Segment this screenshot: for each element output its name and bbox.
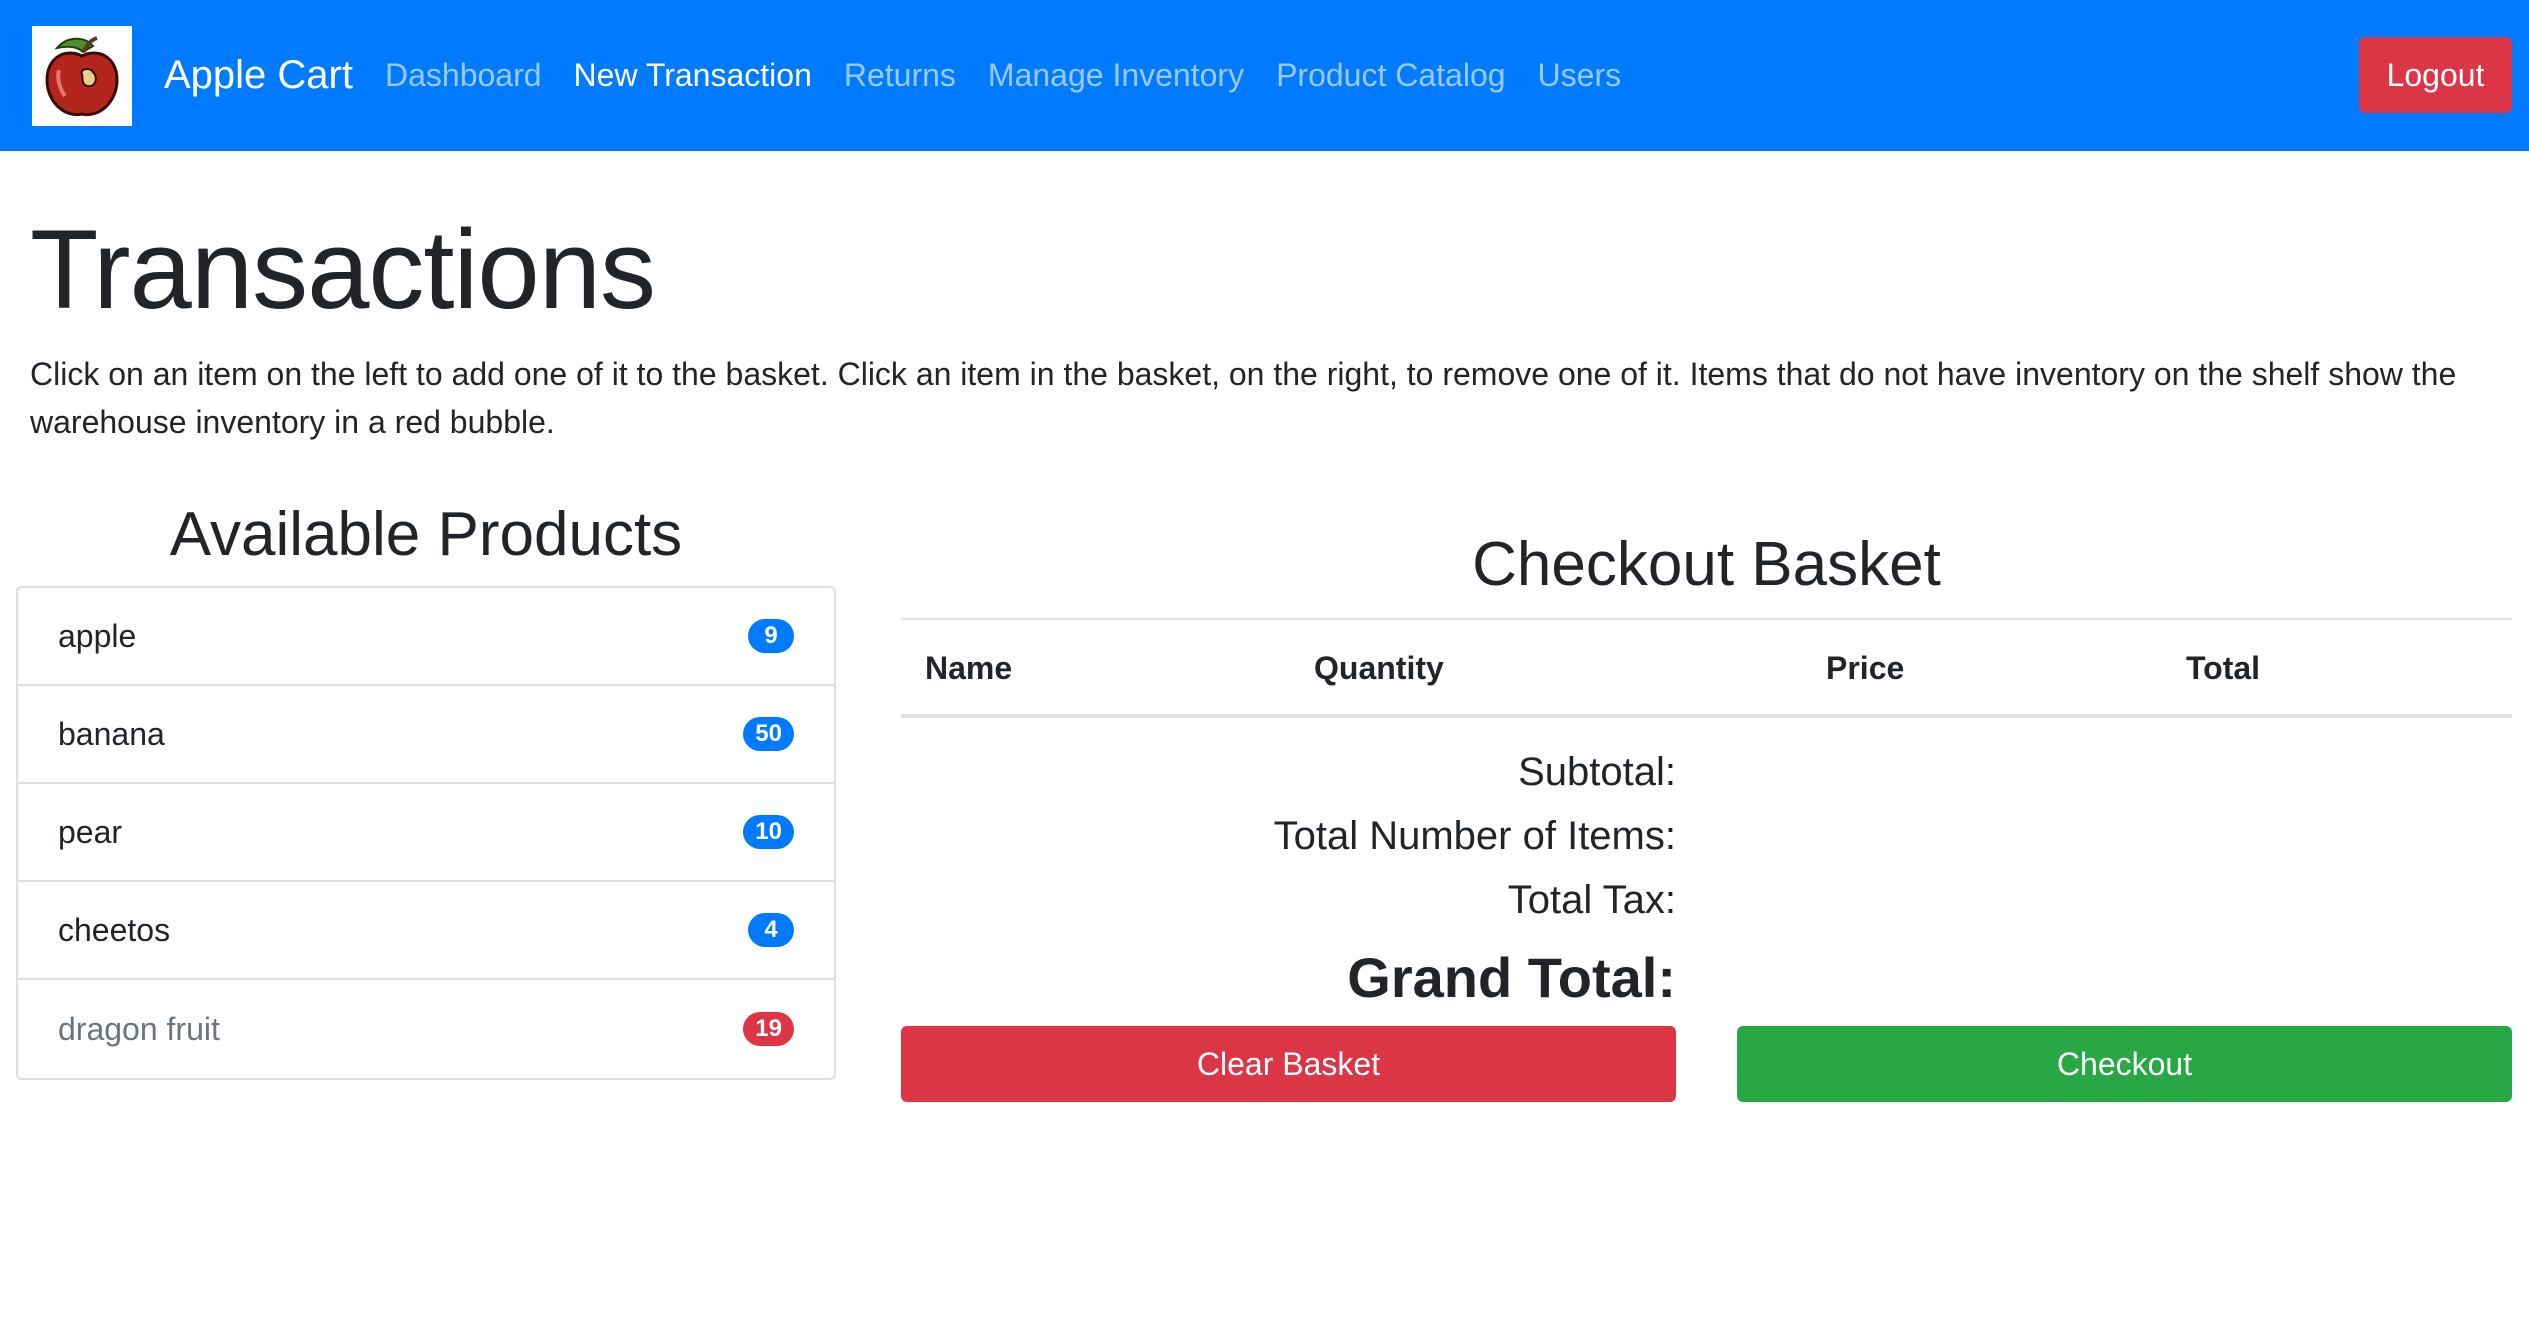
inventory-badge: 50 [743,717,794,751]
nav-link-manage-inventory[interactable]: Manage Inventory [972,57,1260,94]
column-header-total: Total [2186,650,2261,686]
product-name: dragon fruit [58,1010,220,1047]
page-title: Transactions [30,207,656,332]
available-products-heading: Available Products [169,500,683,569]
inventory-badge: 4 [748,913,794,947]
basket-table-header: Name Quantity Price Total [901,618,2512,718]
total-tax-label: Total Tax: [1507,878,1676,922]
warehouse-inventory-badge: 19 [743,1012,794,1046]
grand-total-label: Grand Total: [1347,946,1676,1009]
total-items-label: Total Number of Items: [1273,814,1676,858]
product-item-apple[interactable]: apple 9 [18,588,834,686]
column-header-name: Name [925,650,1013,686]
nav-link-users[interactable]: Users [1522,57,1638,94]
clear-basket-button[interactable]: Clear Basket [901,1026,1676,1102]
column-header-quantity: Quantity [1314,650,1444,686]
nav-link-new-transaction[interactable]: New Transaction [558,57,828,94]
checkout-basket-heading: Checkout Basket [1472,530,1941,599]
product-list: apple 9 banana 50 pear 10 cheetos 4 drag… [16,586,836,1080]
nav-links: Dashboard New Transaction Returns Manage… [369,57,1637,94]
page-description: Click on an item on the left to add one … [30,356,2457,440]
checkout-button[interactable]: Checkout [1737,1026,2512,1102]
inventory-badge: 9 [748,619,794,653]
inventory-badge: 10 [743,815,794,849]
nav-link-dashboard[interactable]: Dashboard [369,57,558,94]
apple-logo-icon[interactable] [32,25,132,126]
brand-name[interactable]: Apple Cart [164,53,353,98]
logout-button[interactable]: Logout [2359,37,2512,113]
product-item-pear[interactable]: pear 10 [18,784,834,882]
nav-link-product-catalog[interactable]: Product Catalog [1260,57,1521,94]
product-item-banana[interactable]: banana 50 [18,686,834,784]
product-name: cheetos [58,911,171,948]
product-name: banana [58,715,165,752]
product-name: pear [58,813,123,850]
subtotal-label: Subtotal: [1518,750,1676,794]
top-navbar: Apple Cart Dashboard New Transaction Ret… [0,0,2529,151]
nav-link-returns[interactable]: Returns [828,57,972,94]
column-header-price: Price [1826,650,1905,686]
product-item-dragon-fruit[interactable]: dragon fruit 19 [18,980,834,1078]
product-name: apple [58,617,137,654]
product-item-cheetos[interactable]: cheetos 4 [18,882,834,980]
